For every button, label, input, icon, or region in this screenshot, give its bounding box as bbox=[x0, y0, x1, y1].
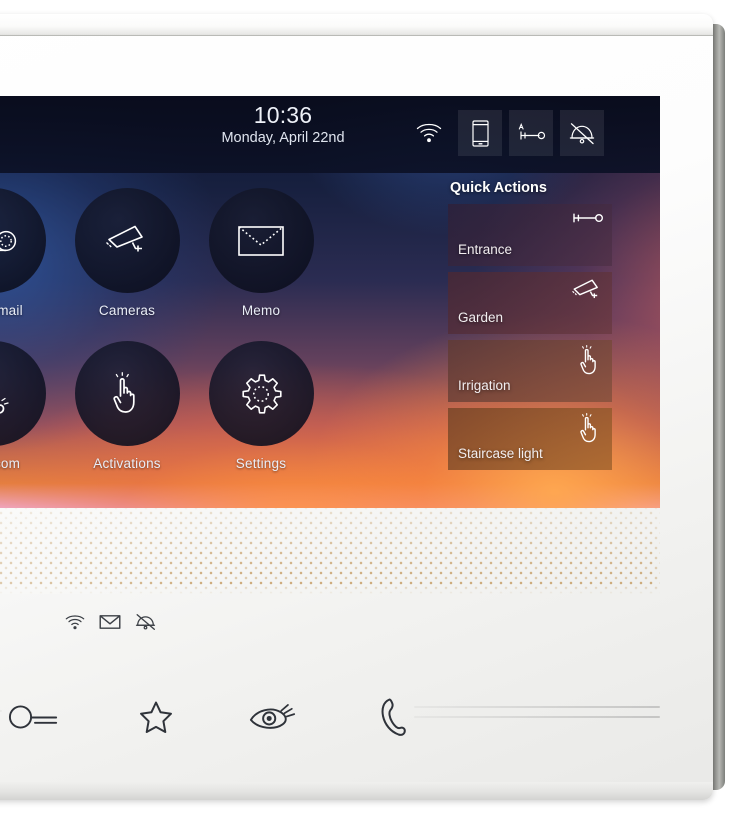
app-voicemail[interactable]: Voicemail bbox=[0, 188, 60, 341]
tap-hand-icon bbox=[576, 344, 604, 378]
app-label: Activations bbox=[93, 456, 161, 471]
app-grid: Voicemail Cameras bbox=[0, 188, 328, 494]
app-label: Memo bbox=[241, 303, 281, 318]
wifi-icon[interactable] bbox=[407, 110, 451, 156]
app-memo[interactable]: Memo bbox=[194, 188, 328, 341]
device-top-lip bbox=[0, 14, 713, 36]
app-activations[interactable]: Activations bbox=[60, 341, 194, 494]
wifi-status-icon bbox=[65, 614, 85, 631]
slider-indicator-left bbox=[0, 710, 2, 724]
smartphone-icon[interactable] bbox=[458, 110, 502, 156]
app-label: Voicemail bbox=[0, 303, 23, 318]
quick-action-label: Staircase light bbox=[458, 446, 543, 461]
quick-action-label: Entrance bbox=[458, 242, 513, 257]
app-disc bbox=[208, 341, 314, 446]
notification-icon-row bbox=[65, 613, 157, 631]
quick-action-entrance[interactable]: Entrance bbox=[448, 204, 612, 266]
quick-actions-title: Quick Actions bbox=[450, 180, 547, 196]
mail-status-icon bbox=[99, 614, 121, 630]
app-label: Settings bbox=[235, 456, 287, 471]
favorite-button[interactable] bbox=[128, 692, 184, 742]
cctv-camera-icon bbox=[570, 276, 604, 304]
quick-action-label: Irrigation bbox=[458, 378, 511, 393]
app-settings[interactable]: Settings bbox=[194, 341, 328, 494]
slider-indicator-right bbox=[414, 706, 660, 720]
speaker-grille bbox=[0, 508, 660, 594]
app-disc bbox=[74, 341, 180, 446]
device-side-edge bbox=[711, 24, 725, 790]
bell-muted-icon[interactable] bbox=[560, 110, 604, 156]
key-auto-icon[interactable] bbox=[509, 110, 553, 156]
device-bottom-lip bbox=[0, 782, 713, 800]
key-icon bbox=[570, 208, 604, 228]
status-bar: 10:36 Monday, April 22nd bbox=[0, 96, 660, 173]
app-disc bbox=[74, 188, 180, 293]
touchscreen-display[interactable]: 10:36 Monday, April 22nd mail Cameras Me… bbox=[0, 96, 660, 508]
quick-action-label: Garden bbox=[458, 310, 504, 325]
tap-hand-icon bbox=[576, 412, 604, 446]
app-cameras[interactable]: Cameras bbox=[60, 188, 194, 341]
device-front-panel: 10:36 Monday, April 22nd mail Cameras Me… bbox=[0, 14, 713, 800]
quick-actions-panel: Quick Actions Entrance Garden Irrigation… bbox=[448, 180, 612, 476]
quick-action-staircase-light[interactable]: Staircase light bbox=[448, 408, 612, 470]
quick-action-irrigation[interactable]: Irrigation bbox=[448, 340, 612, 402]
app-disc bbox=[0, 341, 46, 446]
app-disc bbox=[0, 188, 46, 293]
app-label: Intercom bbox=[0, 456, 21, 471]
self-start-button[interactable] bbox=[246, 692, 302, 742]
app-intercom[interactable]: Intercom bbox=[0, 341, 60, 494]
touch-button-row bbox=[0, 692, 660, 742]
bell-muted-status-icon bbox=[135, 613, 157, 631]
device-chassis: 10:36 Monday, April 22nd mail Cameras Me… bbox=[0, 14, 725, 814]
app-disc bbox=[208, 188, 314, 293]
app-label: Cameras bbox=[98, 303, 156, 318]
quick-action-garden[interactable]: Garden bbox=[448, 272, 612, 334]
door-opener-button[interactable] bbox=[6, 692, 62, 742]
status-icon-tray bbox=[407, 110, 604, 156]
